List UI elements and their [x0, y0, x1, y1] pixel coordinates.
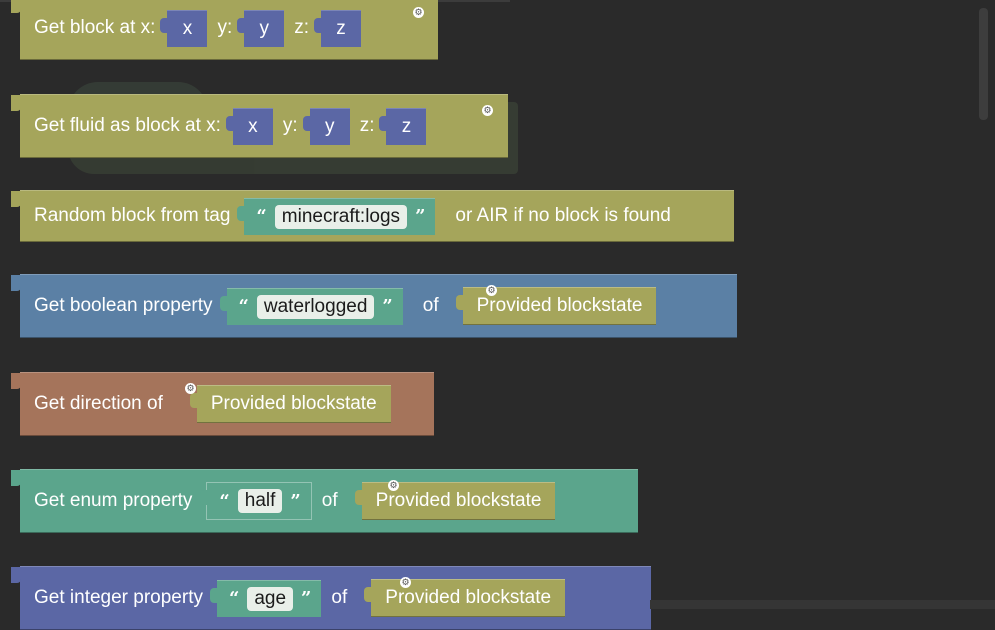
open-quote-icon: “ [256, 206, 267, 227]
open-quote-icon: “ [219, 490, 230, 512]
gear-icon[interactable]: ⚙ [400, 577, 411, 588]
y-input[interactable]: y [237, 9, 285, 47]
get-fluid-block[interactable]: Get fluid as block at x: x y: y z: z ⚙ [11, 94, 508, 158]
provided-blockstate-block[interactable]: Provided blockstate [189, 385, 391, 423]
get-direction-block[interactable]: Get direction of Provided blockstate ⚙ [11, 372, 434, 436]
vertical-scrollbar[interactable] [979, 8, 988, 120]
x-input[interactable]: x [225, 107, 273, 145]
y-input[interactable]: y [302, 107, 350, 145]
get-block-at-block[interactable]: Get block at x: x y: y z: z ⚙ [11, 0, 438, 60]
of-label: of [331, 587, 348, 608]
tag-string-input[interactable]: “ minecraft:logs ” [237, 197, 436, 235]
close-quote-icon: ” [415, 206, 426, 227]
x-input[interactable]: x [160, 9, 208, 47]
of-label: of [321, 490, 338, 511]
get-enum-property-block[interactable]: Get enum property “ half ” of Provided b… [11, 469, 638, 533]
gear-icon[interactable]: ⚙ [185, 383, 196, 394]
random-block-label: Random block from tag [34, 205, 231, 226]
property-string-input[interactable]: “ half ” [200, 482, 312, 520]
y-label: y: [282, 115, 298, 136]
close-quote-icon: ” [301, 588, 312, 609]
property-string-input[interactable]: “ age ” [209, 579, 322, 617]
z-label: z: [294, 17, 310, 38]
property-string-input[interactable]: “ waterlogged ” [219, 287, 403, 325]
random-block-from-tag-block[interactable]: Random block from tag “ minecraft:logs ”… [11, 190, 734, 242]
z-input[interactable]: z [379, 107, 427, 145]
horizontal-scrollbar[interactable] [650, 600, 995, 609]
open-quote-icon: “ [228, 588, 240, 609]
close-quote-icon: ” [290, 490, 301, 512]
boolean-property-label: Get boolean property [34, 295, 213, 316]
gear-icon[interactable]: ⚙ [388, 480, 399, 491]
property-value[interactable]: waterlogged [256, 294, 375, 319]
random-block-suffix: or AIR if no block is found [455, 205, 671, 226]
get-boolean-property-block[interactable]: Get boolean property “ waterlogged ” of … [11, 274, 737, 338]
get-block-at-label: Get block at x: [34, 17, 156, 38]
of-label: of [422, 295, 439, 316]
property-value[interactable]: half [237, 489, 283, 513]
open-quote-icon: “ [238, 296, 249, 317]
gear-icon[interactable]: ⚙ [486, 285, 497, 296]
direction-label: Get direction of [34, 393, 163, 414]
tag-value[interactable]: minecraft:logs [274, 204, 408, 229]
z-input[interactable]: z [314, 9, 362, 47]
y-label: y: [217, 17, 233, 38]
get-fluid-label: Get fluid as block at x: [34, 115, 221, 136]
get-integer-property-block[interactable]: Get integer property “ age ” of Provided… [11, 566, 651, 630]
gear-icon[interactable]: ⚙ [482, 105, 493, 116]
property-value[interactable]: age [247, 586, 294, 611]
enum-property-label: Get enum property [34, 490, 193, 511]
z-label: z: [359, 115, 375, 136]
gear-icon[interactable]: ⚙ [413, 7, 424, 18]
close-quote-icon: ” [382, 296, 393, 317]
integer-property-label: Get integer property [34, 587, 203, 608]
